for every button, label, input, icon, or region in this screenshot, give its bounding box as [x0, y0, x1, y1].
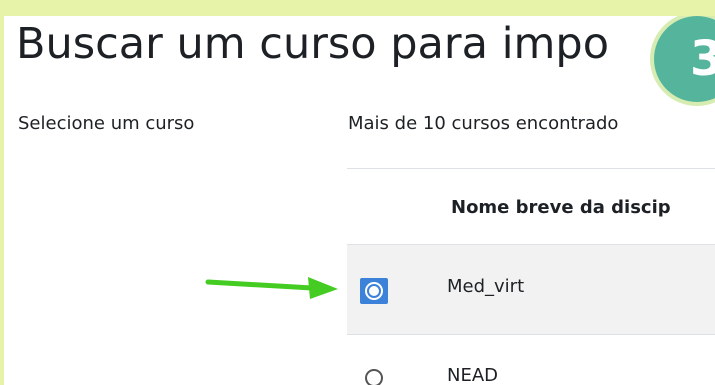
- select-course-label: Selecione um curso: [18, 113, 195, 134]
- course-radio-med-virt[interactable]: [360, 278, 388, 304]
- green-arrow-icon: [205, 277, 338, 299]
- course-name: Med_virt: [447, 276, 525, 297]
- table-row[interactable]: Med_virt: [347, 244, 715, 334]
- page-title: Buscar um curso para impo: [16, 19, 610, 69]
- arrow-head: [308, 277, 338, 299]
- table-row[interactable]: NEAD: [347, 334, 715, 385]
- table-header-row: Nome breve da discip: [347, 168, 715, 244]
- import-course-panel: Buscar um curso para impo Selecione um c…: [4, 16, 715, 385]
- column-header-short-name: Nome breve da discip: [451, 197, 671, 218]
- results-count-text: Mais de 10 cursos encontrado: [348, 113, 619, 134]
- course-radio-nead[interactable]: [365, 369, 383, 385]
- course-name: NEAD: [447, 365, 499, 385]
- arrow-shaft: [205, 279, 315, 291]
- course-results-table: Nome breve da discip Med_virt NEAD: [347, 168, 715, 385]
- step-number-badge: 3: [654, 16, 715, 102]
